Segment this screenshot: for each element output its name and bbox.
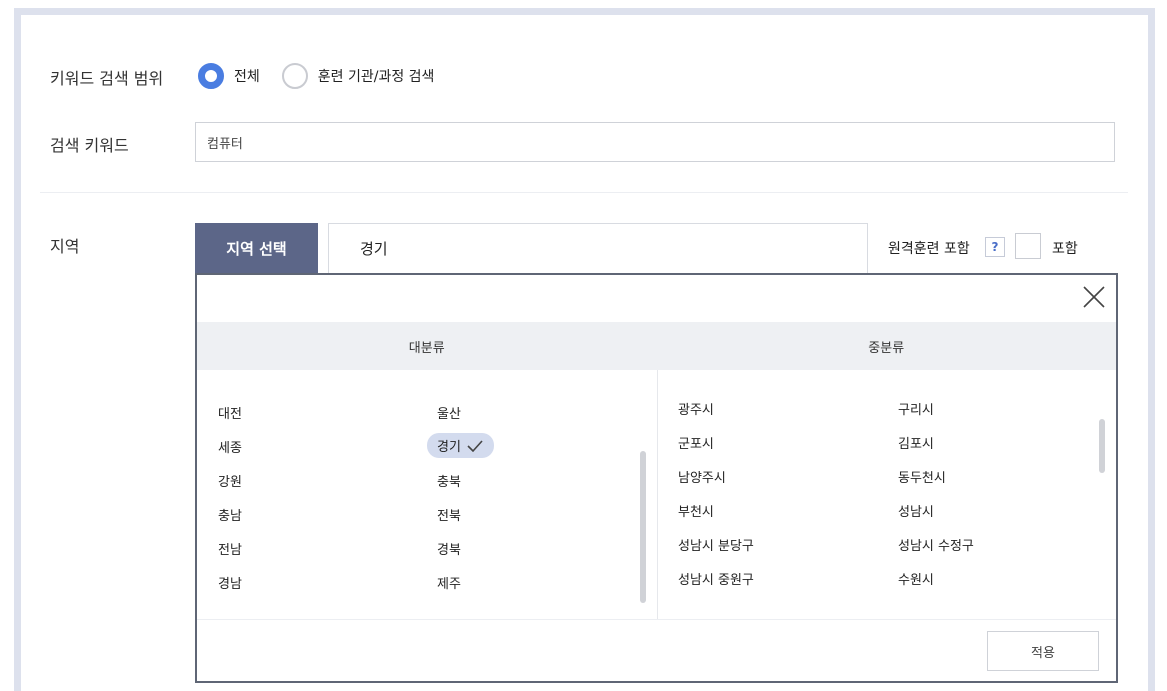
major-item-chungbuk[interactable]: 충북 bbox=[437, 471, 461, 490]
remote-include-label: 포함 bbox=[1052, 241, 1078, 257]
remote-training-label: 원격훈련 포함 bbox=[888, 241, 970, 257]
major-item-ulsan[interactable]: 울산 bbox=[437, 403, 461, 422]
radio-all[interactable] bbox=[198, 63, 224, 89]
minor-item-bucheon[interactable]: 부천시 bbox=[678, 501, 714, 520]
radio-option-institution[interactable]: 훈련 기관/과정 검색 bbox=[281, 63, 435, 89]
panel-header: 대분류 중분류 bbox=[197, 322, 1116, 370]
close-icon[interactable] bbox=[1080, 283, 1108, 311]
section-divider bbox=[40, 192, 1128, 193]
radio-all-label: 전체 bbox=[234, 69, 260, 85]
keyword-input[interactable] bbox=[195, 122, 1115, 162]
apply-button[interactable]: 적용 bbox=[987, 631, 1099, 671]
region-label: 지역 bbox=[50, 237, 80, 256]
minor-category-header: 중분류 bbox=[868, 340, 905, 356]
major-item-gangwon[interactable]: 강원 bbox=[218, 471, 242, 490]
major-item-sejong[interactable]: 세종 bbox=[218, 437, 242, 456]
major-item-gyeonggi-selected[interactable]: 경기 bbox=[427, 433, 494, 458]
minor-item-namyangju[interactable]: 남양주시 bbox=[678, 467, 726, 486]
column-divider bbox=[657, 370, 658, 619]
region-picker-panel: 대분류 중분류 대전 울산 세종 경기 강원 충북 충남 전북 전남 경북 경남… bbox=[195, 273, 1118, 683]
minor-list-scrollbar[interactable] bbox=[1099, 419, 1105, 473]
minor-item-gwangju[interactable]: 광주시 bbox=[678, 399, 714, 418]
major-item-gyeonggi-label: 경기 bbox=[437, 440, 461, 455]
minor-item-seongnam-jungwon[interactable]: 성남시 중원구 bbox=[678, 569, 754, 588]
radio-option-all[interactable]: 전체 bbox=[198, 63, 260, 89]
major-list-scrollbar[interactable] bbox=[640, 451, 646, 603]
radio-institution-label: 훈련 기관/과정 검색 bbox=[317, 69, 435, 85]
region-select-tab[interactable]: 지역 선택 bbox=[195, 223, 318, 273]
minor-item-seongnam-bundang[interactable]: 성남시 분당구 bbox=[678, 535, 754, 554]
major-item-gyeongbuk[interactable]: 경북 bbox=[437, 539, 461, 558]
major-category-header: 대분류 bbox=[408, 340, 445, 356]
major-item-jeju[interactable]: 제주 bbox=[437, 573, 461, 592]
major-item-chungnam[interactable]: 충남 bbox=[218, 505, 242, 524]
minor-item-gunpo[interactable]: 군포시 bbox=[678, 433, 714, 452]
major-item-jeonbuk[interactable]: 전북 bbox=[437, 505, 461, 524]
search-scope-label: 키워드 검색 범위 bbox=[50, 69, 164, 88]
minor-item-guri[interactable]: 구리시 bbox=[898, 399, 934, 418]
check-icon bbox=[467, 439, 483, 452]
minor-item-gimpo[interactable]: 김포시 bbox=[898, 433, 934, 452]
search-scope-radio-group: 전체 훈련 기관/과정 검색 bbox=[198, 63, 456, 89]
region-selected-value: 경기 bbox=[328, 223, 868, 273]
minor-item-suwon[interactable]: 수원시 bbox=[898, 569, 934, 588]
help-icon[interactable]: ? bbox=[985, 237, 1005, 257]
minor-item-seongnam-sujeong[interactable]: 성남시 수정구 bbox=[898, 535, 974, 554]
minor-item-seongnam[interactable]: 성남시 bbox=[898, 501, 934, 520]
radio-institution[interactable] bbox=[281, 63, 308, 89]
remote-include-checkbox[interactable] bbox=[1015, 233, 1041, 259]
keyword-label: 검색 키워드 bbox=[50, 136, 129, 155]
panel-footer-divider bbox=[197, 619, 1116, 620]
major-item-gyeongnam[interactable]: 경남 bbox=[218, 573, 242, 592]
minor-item-dongducheon[interactable]: 동두천시 bbox=[898, 467, 946, 486]
major-item-daejeon[interactable]: 대전 bbox=[218, 403, 242, 422]
major-item-jeonnam[interactable]: 전남 bbox=[218, 539, 242, 558]
